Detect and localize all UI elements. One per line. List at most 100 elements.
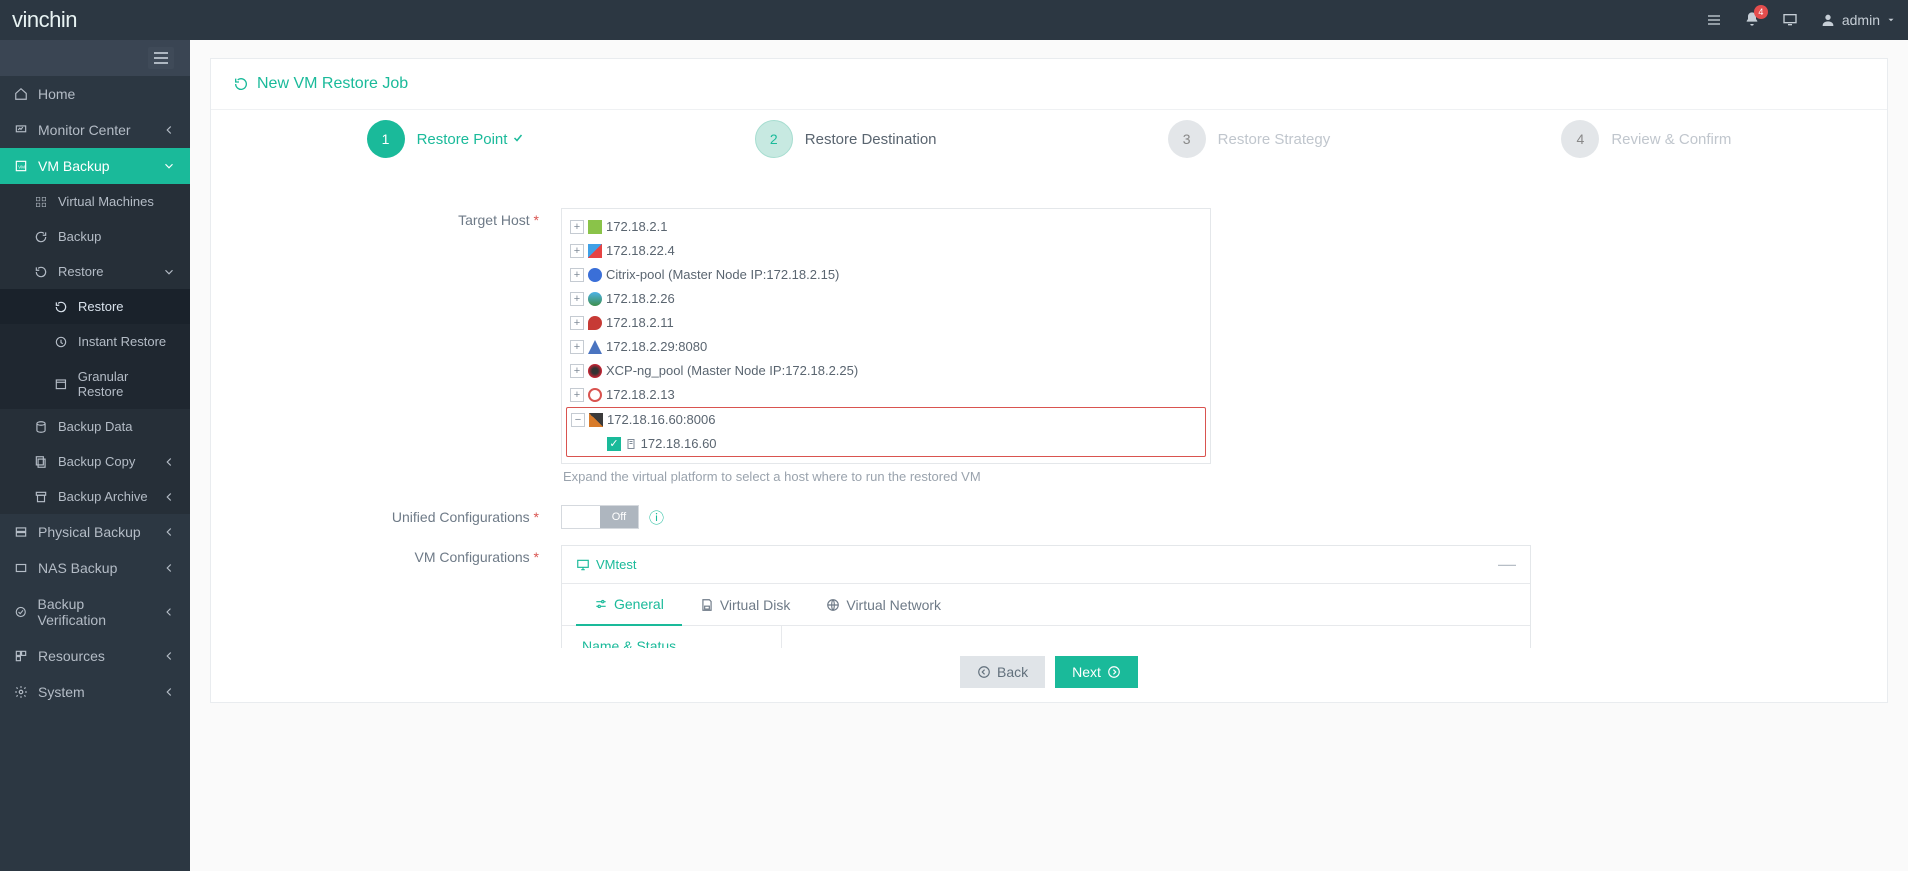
gear-icon xyxy=(14,685,28,699)
globe-icon xyxy=(826,598,840,612)
step-1[interactable]: 1 Restore Point xyxy=(367,120,524,158)
sidebar-item-backup-archive[interactable]: Backup Archive xyxy=(0,479,190,514)
calendar-icon xyxy=(54,377,68,391)
tree-help-text: Expand the virtual platform to select a … xyxy=(561,464,1211,489)
host-tree[interactable]: +172.18.2.1 +172.18.22.4 +Citrix-pool (M… xyxy=(561,208,1211,464)
topbar: vinchin 4 admin xyxy=(0,0,1908,40)
tab-virtual-disk[interactable]: Virtual Disk xyxy=(682,584,809,625)
vm-right-pane: Restored VM Name： * Power on the VM afte… xyxy=(782,626,1530,648)
list-icon[interactable] xyxy=(1706,12,1722,28)
tree-node[interactable]: +XCP-ng_pool (Master Node IP:172.18.2.25… xyxy=(566,359,1206,383)
row-vm-conf: VM Configurations * VMtest — xyxy=(241,545,1857,648)
database-icon xyxy=(34,420,48,434)
chevron-down-icon xyxy=(162,159,176,173)
wizard-steps: 1 Restore Point 2 Restore Destination 3 … xyxy=(211,110,1887,188)
tree-node[interactable]: +172.18.2.29:8080 xyxy=(566,335,1206,359)
sidebar-item-restore[interactable]: Restore xyxy=(0,254,190,289)
tree-node-child[interactable]: ✓ 172.18.16.60 xyxy=(567,432,1205,456)
check-icon xyxy=(512,132,524,144)
vm-panel-header[interactable]: VMtest — xyxy=(562,546,1530,584)
vm-icon: VM xyxy=(14,159,28,173)
sidebar-item-nas[interactable]: NAS Backup xyxy=(0,550,190,586)
sidebar-item-monitor[interactable]: Monitor Center xyxy=(0,112,190,148)
topbar-right: 4 admin xyxy=(1706,11,1896,30)
tree-node[interactable]: +Citrix-pool (Master Node IP:172.18.2.15… xyxy=(566,263,1206,287)
host-icon xyxy=(625,438,637,450)
next-button[interactable]: Next xyxy=(1055,656,1138,688)
logo: vinchin xyxy=(12,7,77,33)
sidebar-item-resources[interactable]: Resources xyxy=(0,638,190,674)
restore-icon xyxy=(233,76,249,92)
chevron-left-icon xyxy=(162,123,176,137)
collapse-icon[interactable]: — xyxy=(1498,554,1516,575)
grid-icon xyxy=(34,195,48,209)
chevron-left-icon xyxy=(162,649,176,663)
highlighted-node: −172.18.16.60:8006 ✓ 172.18.16.60 xyxy=(566,407,1206,457)
archive-icon xyxy=(34,490,48,504)
sidebar-item-restore-sub[interactable]: Restore xyxy=(0,289,190,324)
info-icon[interactable]: ⓘ xyxy=(649,507,664,528)
vm-left-nav: Name & Status CPU xyxy=(562,626,782,648)
sidebar-item-verification[interactable]: Backup Verification xyxy=(0,586,190,638)
sidebar-toggle[interactable] xyxy=(0,40,190,76)
main-content: New VM Restore Job 1 Restore Point 2 Res… xyxy=(190,40,1908,871)
tree-node[interactable]: +172.18.2.11 xyxy=(566,311,1206,335)
tree-node[interactable]: +172.18.22.4 xyxy=(566,239,1206,263)
tree-node[interactable]: −172.18.16.60:8006 xyxy=(567,408,1205,432)
chevron-down-icon xyxy=(1886,15,1896,25)
svg-text:VM: VM xyxy=(18,164,25,169)
tab-virtual-network[interactable]: Virtual Network xyxy=(808,584,959,625)
vm-body: Name & Status CPU Restored VM Name： * Po… xyxy=(562,626,1530,648)
tree-node[interactable]: +172.18.2.26 xyxy=(566,287,1206,311)
user-name: admin xyxy=(1842,12,1880,28)
vm-left-name-status[interactable]: Name & Status xyxy=(562,626,781,648)
sidebar-item-physical[interactable]: Physical Backup xyxy=(0,514,190,550)
sidebar-item-backup-copy[interactable]: Backup Copy xyxy=(0,444,190,479)
sidebar-item-virtual-machines[interactable]: Virtual Machines xyxy=(0,184,190,219)
monitor-icon[interactable] xyxy=(1782,12,1798,28)
sidebar-item-backup[interactable]: Backup xyxy=(0,219,190,254)
unified-label: Unified Configurations * xyxy=(241,505,561,529)
resources-icon xyxy=(14,649,28,663)
sidebar-item-instant-restore[interactable]: Instant Restore xyxy=(0,324,190,359)
page-title: New VM Restore Job xyxy=(211,59,1887,110)
tab-general[interactable]: General xyxy=(576,584,682,626)
vm-icon xyxy=(576,558,590,572)
arrow-right-icon xyxy=(1107,665,1121,679)
checkbox-checked-icon[interactable]: ✓ xyxy=(607,437,621,451)
sidebar-item-vm-backup[interactable]: VM VM Backup xyxy=(0,148,190,184)
tree-node[interactable]: +172.18.2.1 xyxy=(566,215,1206,239)
step-4[interactable]: 4 Review & Confirm xyxy=(1561,120,1731,158)
sidebar-sub-restore: Restore Instant Restore Granular Restore xyxy=(0,289,190,409)
back-button[interactable]: Back xyxy=(960,656,1045,688)
wizard-footer: Back Next xyxy=(211,656,1887,688)
sidebar-item-home[interactable]: Home xyxy=(0,76,190,112)
sidebar-item-backup-data[interactable]: Backup Data xyxy=(0,409,190,444)
save-icon xyxy=(700,598,714,612)
row-unified: Unified Configurations * Off ⓘ xyxy=(241,505,1857,529)
sidebar-item-system[interactable]: System xyxy=(0,674,190,710)
chevron-left-icon xyxy=(162,490,176,504)
refresh-icon xyxy=(34,230,48,244)
sidebar-item-granular-restore[interactable]: Granular Restore xyxy=(0,359,190,409)
arrow-left-icon xyxy=(977,665,991,679)
restored-name-label: Restored VM Name： * xyxy=(806,644,1506,648)
tree-node[interactable]: +172.18.2.13 xyxy=(566,383,1206,407)
step-2[interactable]: 2 Restore Destination xyxy=(755,120,937,158)
user-menu[interactable]: admin xyxy=(1820,12,1896,28)
sidebar: Home Monitor Center VM VM Backup Virtual… xyxy=(0,40,190,871)
notif-count: 4 xyxy=(1754,5,1768,19)
row-target-host: Target Host * +172.18.2.1 +172.18.22.4 +… xyxy=(241,208,1857,489)
notification-bell[interactable]: 4 xyxy=(1744,11,1760,30)
chevron-left-icon xyxy=(162,525,176,539)
vm-tabs: General Virtual Disk Virtual Network xyxy=(562,584,1530,626)
restore-icon xyxy=(54,300,68,314)
step-3[interactable]: 3 Restore Strategy xyxy=(1168,120,1331,158)
user-icon xyxy=(1820,12,1836,28)
unified-switch[interactable]: Off xyxy=(561,505,639,529)
vm-panel: VMtest — General Virtual Disk xyxy=(561,545,1531,648)
restore-icon xyxy=(34,265,48,279)
verify-icon xyxy=(14,605,28,619)
vm-conf-label: VM Configurations * xyxy=(241,545,561,565)
monitor-icon xyxy=(14,123,28,137)
